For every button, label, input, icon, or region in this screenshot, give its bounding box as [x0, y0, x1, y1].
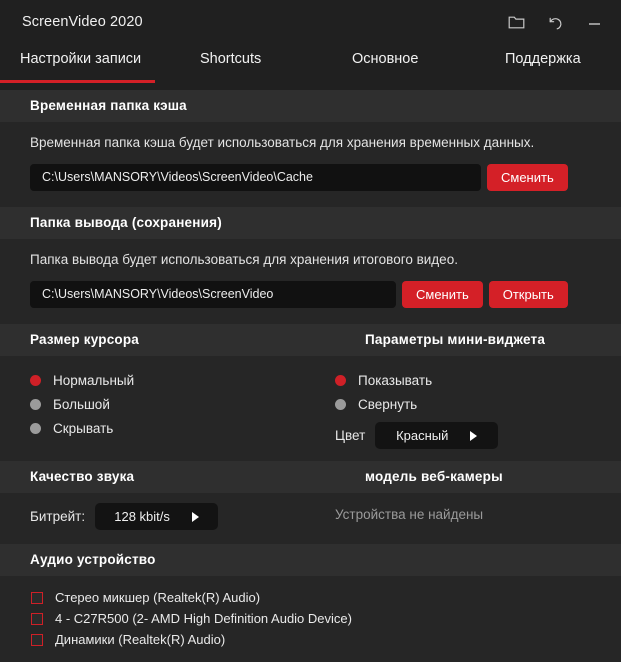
cache-section-description: Временная папка кэша будет использоватьс…	[30, 135, 535, 150]
settings-content: Временная папка кэша Временная папка кэш…	[0, 90, 621, 662]
quality-webcam-body: Битрейт: 128 kbit/s Устройства не найден…	[0, 493, 621, 545]
checkbox-icon[interactable]	[31, 612, 43, 625]
cache-path-row: Сменить	[0, 151, 621, 207]
widget-options-group: Показывать Свернуть Цвет Красный	[335, 368, 621, 450]
bitrate-value: 128 kbit/s	[114, 509, 170, 525]
cache-section-body: Временная папка кэша будет использоватьс…	[0, 122, 621, 208]
active-tab-indicator	[0, 80, 155, 83]
cursor-option-large-label: Большой	[53, 396, 110, 412]
chevron-right-icon	[470, 430, 478, 441]
list-item[interactable]: Стерео микшер (Realtek(R) Audio)	[0, 587, 621, 608]
widget-section-title: Параметры мини-виджета	[365, 332, 546, 348]
widget-color-value: Красный	[396, 428, 449, 444]
title-bar: ScreenVideo 2020	[0, 0, 621, 44]
bitrate-dropdown[interactable]: 128 kbit/s	[95, 503, 219, 531]
output-section-body: Папка вывода будет использоваться для хр…	[0, 239, 621, 325]
radio-dot-icon	[30, 398, 41, 410]
webcam-status-group: Устройства не найдены	[335, 503, 621, 522]
audio-devices-section-header: Аудио устройство	[0, 544, 621, 577]
app-title: ScreenVideo 2020	[22, 14, 143, 30]
cursor-option-normal-label: Нормальный	[53, 372, 135, 388]
cursor-option-large[interactable]: Большой	[30, 392, 335, 416]
audio-device-label: Стерео микшер (Realtek(R) Audio)	[55, 590, 261, 606]
cursor-option-normal[interactable]: Нормальный	[30, 368, 335, 392]
output-section-header: Папка вывода (сохранения)	[0, 207, 621, 240]
cursor-widget-section-header: Размер курсора Параметры мини-виджета	[0, 324, 621, 357]
cursor-option-hide[interactable]: Скрывать	[30, 416, 335, 440]
cursor-options-group: Нормальный Большой Скрывать	[0, 368, 335, 449]
output-open-button[interactable]: Открыть	[488, 281, 568, 309]
widget-option-show-label: Показывать	[358, 372, 433, 388]
tab-shortcuts[interactable]: Shortcuts	[200, 51, 261, 67]
webcam-section-title: модель веб-камеры	[365, 469, 503, 485]
cache-section-header: Временная папка кэша	[0, 90, 621, 122]
cache-change-button[interactable]: Сменить	[487, 164, 568, 192]
output-section-description: Папка вывода будет использоваться для хр…	[30, 252, 458, 268]
tab-general[interactable]: Основное	[352, 51, 418, 67]
tab-support[interactable]: Поддержка	[505, 51, 581, 67]
audio-devices-list: Стерео микшер (Realtek(R) Audio) 4 - C27…	[0, 576, 621, 662]
audio-quality-section-title: Качество звука	[30, 469, 135, 485]
tab-recording-settings[interactable]: Настройки записи	[20, 51, 141, 67]
output-path-row: Сменить Открыть	[0, 268, 621, 324]
list-item[interactable]: 4 - C27R500 (2- AMD High Definition Audi…	[0, 608, 621, 629]
widget-color-dropdown[interactable]: Красный	[375, 422, 499, 450]
quality-webcam-section-header: Качество звука модель веб-камеры	[0, 461, 621, 494]
bitrate-label: Битрейт:	[30, 509, 86, 525]
output-path-input[interactable]	[30, 281, 396, 309]
minimize-icon[interactable]	[581, 9, 607, 35]
widget-color-label: Цвет	[335, 428, 366, 444]
chevron-right-icon	[191, 511, 199, 522]
radio-dot-icon	[30, 422, 41, 434]
bitrate-row: Битрейт: 128 kbit/s	[0, 503, 335, 531]
audio-device-label: 4 - C27R500 (2- AMD High Definition Audi…	[55, 611, 352, 627]
undo-icon[interactable]	[542, 9, 568, 35]
output-section-title: Папка вывода (сохранения)	[30, 215, 222, 231]
widget-option-show[interactable]: Показывать	[335, 368, 621, 392]
radio-dot-icon	[30, 374, 41, 386]
widget-option-collapse[interactable]: Свернуть	[335, 392, 621, 416]
radio-dot-icon	[335, 374, 346, 386]
open-folder-icon[interactable]	[503, 9, 529, 35]
tab-bar: Настройки записи Shortcuts Основное Подд…	[0, 44, 621, 90]
audio-devices-section-title: Аудио устройство	[30, 552, 156, 568]
cache-path-input[interactable]	[30, 164, 481, 192]
webcam-status: Устройства не найдены	[335, 507, 484, 523]
widget-option-collapse-label: Свернуть	[358, 396, 418, 412]
radio-dot-icon	[335, 398, 346, 410]
checkbox-icon[interactable]	[31, 591, 43, 604]
cache-section-title: Временная папка кэша	[30, 98, 187, 113]
output-change-button[interactable]: Сменить	[402, 281, 483, 309]
cursor-option-hide-label: Скрывать	[53, 420, 114, 436]
window-controls	[503, 9, 607, 35]
cursor-widget-options: Нормальный Большой Скрывать Показывать С…	[0, 356, 621, 462]
widget-color-row: Цвет Красный	[335, 422, 621, 450]
cursor-section-title: Размер курсора	[30, 332, 140, 348]
